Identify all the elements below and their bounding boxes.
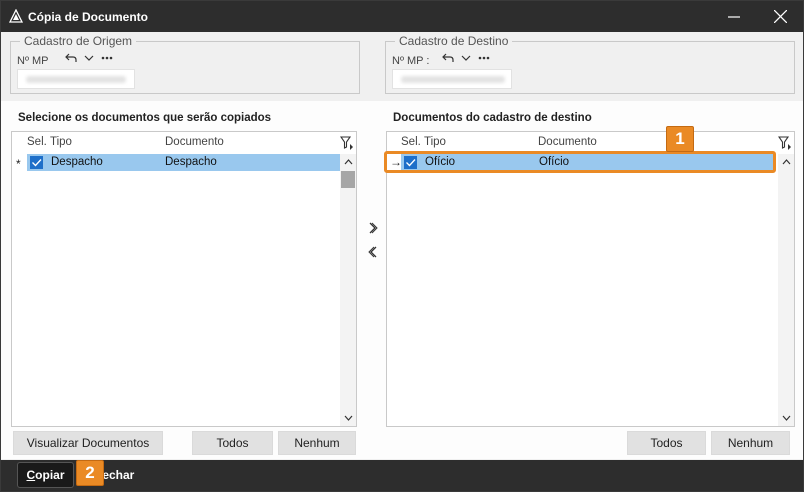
vertical-scrollbar[interactable] [340,154,356,426]
vertical-scrollbar[interactable] [778,154,794,426]
minimize-button[interactable] [711,1,757,32]
copy-document-window: Cópia de Documento Cadastro de Origem Nº… [0,0,804,492]
footer-bar: Copiar Fechar [1,460,803,491]
more-icon[interactable] [478,56,490,60]
destination-legend: Cadastro de Destino [395,34,513,48]
destination-tools [442,53,490,63]
chevron-down-icon[interactable] [84,54,94,62]
cell-documento: Despacho [165,156,217,168]
checkmark-icon [32,159,42,167]
nenhum-button-right[interactable]: Nenhum [711,431,790,455]
column-sel[interactable]: Sel. [401,136,421,148]
column-tipo[interactable]: Tipo [424,136,446,148]
copiar-mnemonic: C [26,468,36,482]
window-title: Cópia de Documento [28,10,149,24]
right-panel-title: Documentos do cadastro de destino [393,112,592,124]
app-icon [9,9,23,23]
title-bar: Cópia de Documento [1,1,803,32]
callout-step-1: 1 [666,126,694,152]
origin-mp-input[interactable] [17,69,135,89]
undo-icon[interactable] [65,53,77,63]
todos-button-left[interactable]: Todos [192,431,273,455]
column-documento[interactable]: Documento [538,136,597,148]
todos-button-right[interactable]: Todos [627,431,706,455]
destination-group: Cadastro de Destino Nº MP : [385,34,795,94]
copiar-label: opiar [35,468,65,482]
redacted-value [401,76,505,83]
source-documents-grid: Sel. Tipo Documento * Despacho Despacho [11,131,357,427]
grid-header: Sel. Tipo Documento [12,132,356,154]
move-right-icon [369,222,378,234]
copiar-button[interactable]: Copiar [17,462,74,488]
redacted-value [26,76,126,83]
origin-tools [65,53,113,63]
nenhum-button-left[interactable]: Nenhum [278,431,356,455]
filter-icon[interactable] [778,136,791,150]
destination-mp-label: Nº MP : [392,55,430,67]
scroll-down-button[interactable] [778,410,794,426]
minimize-icon [728,15,740,18]
left-panel-title: Selecione os documentos que serão copiad… [18,112,272,124]
scroll-thumb[interactable] [341,171,355,188]
documents-area: Selecione os documentos que serão copiad… [1,101,803,459]
scroll-up-icon [344,159,352,165]
more-icon[interactable] [101,56,113,60]
move-left-button[interactable] [366,245,380,259]
close-icon [773,10,787,23]
row-indicator-new: * [16,157,21,171]
origin-legend: Cadastro de Origem [20,34,137,48]
close-button[interactable] [757,1,803,32]
row-checkbox[interactable] [30,156,43,169]
move-left-icon [368,246,377,258]
filter-icon[interactable] [340,136,353,150]
scroll-up-icon [782,159,790,165]
chevron-down-icon[interactable] [461,54,471,62]
scroll-down-icon [782,415,790,421]
origin-group: Cadastro de Origem Nº MP [10,34,360,94]
move-right-button[interactable] [366,221,380,235]
column-sel[interactable]: Sel. [27,136,47,148]
callout-step-2: 2 [76,460,104,486]
row-highlight [384,151,776,173]
scroll-up-button[interactable] [778,154,794,170]
table-row[interactable]: Despacho Despacho [27,154,341,171]
visualizar-documentos-button[interactable]: Visualizar Documentos [13,431,163,455]
undo-icon[interactable] [442,53,454,63]
scroll-up-button[interactable] [340,154,356,170]
cell-tipo: Despacho [51,156,103,168]
origin-mp-label: Nº MP [17,55,49,67]
column-documento[interactable]: Documento [165,136,224,148]
destination-mp-input[interactable] [392,69,512,89]
scroll-down-button[interactable] [340,410,356,426]
scroll-down-icon [344,415,352,421]
destination-documents-grid: Sel. Tipo Documento → Ofício Ofício [386,131,795,427]
column-tipo[interactable]: Tipo [50,136,72,148]
